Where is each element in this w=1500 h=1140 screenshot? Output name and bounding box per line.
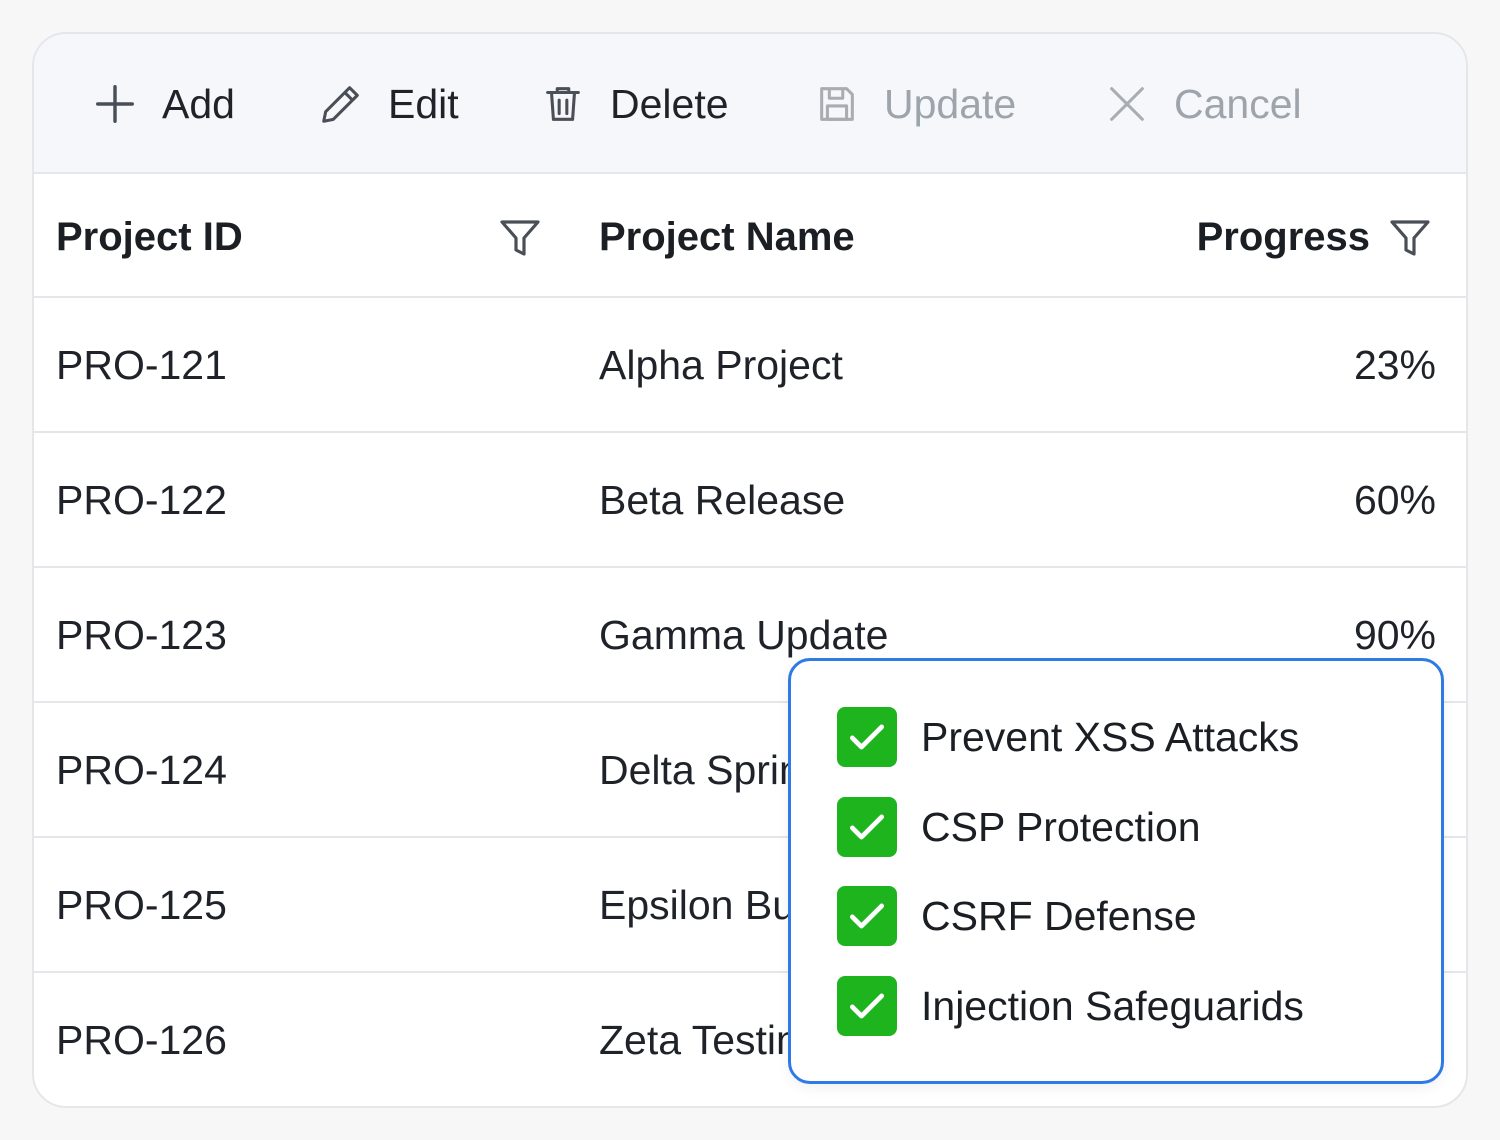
- checkmark-icon: [849, 814, 885, 840]
- filter-option-prevent-xss[interactable]: Prevent XSS Attacks: [837, 707, 1299, 767]
- cell-project-name: Beta Release: [599, 477, 846, 523]
- filter-option-label: Prevent XSS Attacks: [921, 713, 1300, 760]
- plus-icon: [96, 85, 134, 123]
- cell-project-name: Alpha Project: [599, 342, 843, 388]
- trash-icon: [546, 87, 580, 121]
- checkbox-checked[interactable]: [837, 797, 897, 857]
- cell-project-id: PRO-124: [56, 747, 227, 793]
- filter-popup: Prevent XSS Attacks CSP Protection CSRF …: [788, 658, 1444, 1084]
- checkmark-icon: [849, 993, 885, 1019]
- filter-option-label: Injection Safeguarids: [921, 982, 1304, 1029]
- checkbox-checked[interactable]: [837, 976, 897, 1036]
- toolbar: Add Edit Delete Update Cancel: [34, 34, 1466, 174]
- checkmark-icon: [849, 903, 885, 929]
- cell-project-name: Delta Sprint: [599, 747, 814, 793]
- column-header-project-id[interactable]: Project ID: [56, 176, 243, 298]
- filter-option-label: CSP Protection: [921, 803, 1201, 850]
- column-header-project-name[interactable]: Project Name: [599, 176, 855, 298]
- add-button-label: Add: [162, 80, 235, 127]
- checkbox-checked[interactable]: [837, 886, 897, 946]
- table-row[interactable]: PRO-121 Alpha Project 23%: [34, 298, 1466, 433]
- pencil-icon: [322, 86, 359, 123]
- cancel-button[interactable]: Cancel: [1104, 34, 1302, 174]
- cell-progress: 23%: [1353, 342, 1436, 388]
- edit-button-label: Edit: [388, 80, 459, 127]
- cell-project-id: PRO-123: [56, 612, 227, 658]
- checkmark-icon: [849, 724, 885, 750]
- cell-project-id: PRO-122: [56, 477, 227, 523]
- filter-option-label: CSRF Defense: [921, 892, 1197, 939]
- table-header: Project ID Project Name Progress: [34, 176, 1466, 298]
- cell-project-id: PRO-125: [56, 882, 227, 928]
- filter-icon[interactable]: [1386, 214, 1434, 262]
- filter-option-csp-protection[interactable]: CSP Protection: [837, 797, 1201, 857]
- update-button[interactable]: Update: [814, 34, 1016, 174]
- cell-project-id: PRO-121: [56, 342, 227, 388]
- cell-project-id: PRO-126: [56, 1017, 227, 1063]
- edit-button[interactable]: Edit: [318, 34, 459, 174]
- close-icon: [1110, 87, 1144, 121]
- add-button[interactable]: Add: [92, 34, 235, 174]
- filter-option-injection-safeguards[interactable]: Injection Safeguarids: [837, 976, 1304, 1036]
- filter-option-csrf-defense[interactable]: CSRF Defense: [837, 886, 1197, 946]
- checkbox-checked[interactable]: [837, 707, 897, 767]
- update-button-label: Update: [884, 80, 1017, 127]
- save-icon: [820, 87, 854, 121]
- cell-progress: 60%: [1353, 477, 1436, 523]
- cancel-button-label: Cancel: [1174, 80, 1302, 127]
- table-row[interactable]: PRO-122 Beta Release 60%: [34, 433, 1466, 568]
- filter-icon[interactable]: [496, 214, 544, 262]
- delete-button[interactable]: Delete: [540, 34, 729, 174]
- column-header-progress[interactable]: Progress: [1197, 176, 1370, 298]
- delete-button-label: Delete: [610, 80, 729, 127]
